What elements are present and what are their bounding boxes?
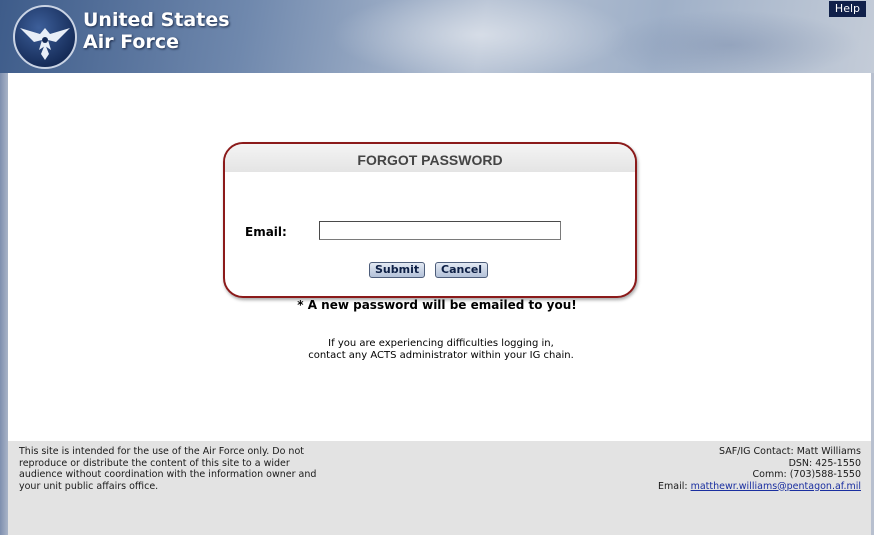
- submit-button[interactable]: Submit: [369, 262, 426, 278]
- header-cloud: [600, 10, 860, 73]
- email-label: Email:: [245, 225, 287, 239]
- left-rail: [0, 0, 8, 535]
- site-footer: This site is intended for the use of the…: [8, 441, 871, 535]
- brand-line-2: Air Force: [83, 31, 179, 53]
- header-cloud: [330, 0, 630, 73]
- help-text-line: If you are experiencing difficulties log…: [328, 338, 554, 349]
- site-brand: United States Air Force: [83, 9, 230, 53]
- contact-name: SAF/IG Contact: Matt Williams: [719, 446, 861, 457]
- site-header: United States Air Force Help: [0, 0, 874, 73]
- login-help-text: If you are experiencing difficulties log…: [0, 338, 874, 362]
- help-text-line: contact any ACTS administrator within yo…: [308, 350, 574, 361]
- contact-comm: Comm: (703)588-1550: [752, 469, 861, 480]
- brand-line-1: United States: [83, 9, 230, 31]
- contact-email-prefix: Email:: [657, 480, 688, 492]
- contact-dsn: DSN: 425-1550: [788, 457, 861, 469]
- dialog-title: FORGOT PASSWORD: [225, 144, 635, 172]
- contact-email-link[interactable]: matthewr.williams@pentagon.af.mil: [691, 481, 861, 492]
- footer-contact: SAF/IG Contact: Matt Williams DSN: 425-1…: [658, 446, 861, 492]
- password-email-note: * A new password will be emailed to you!: [297, 298, 577, 312]
- contact-email-row: Email: matthewr.williams@pentagon.af.mil: [658, 481, 861, 493]
- disclaimer-line: your unit public affairs office.: [19, 480, 159, 492]
- air-force-logo-icon: [13, 5, 77, 69]
- disclaimer-line: This site is intended for the use of the…: [19, 446, 304, 457]
- help-link[interactable]: Help: [828, 1, 866, 17]
- disclaimer-line: reproduce or distribute the content of t…: [19, 457, 290, 469]
- footer-disclaimer: This site is intended for the use of the…: [19, 446, 379, 492]
- forgot-password-dialog: FORGOT PASSWORD Email: Submit Cancel: [223, 142, 637, 298]
- cancel-button[interactable]: Cancel: [435, 262, 489, 278]
- disclaimer-line: audience without coordination with the i…: [19, 469, 317, 480]
- email-input[interactable]: [319, 221, 561, 240]
